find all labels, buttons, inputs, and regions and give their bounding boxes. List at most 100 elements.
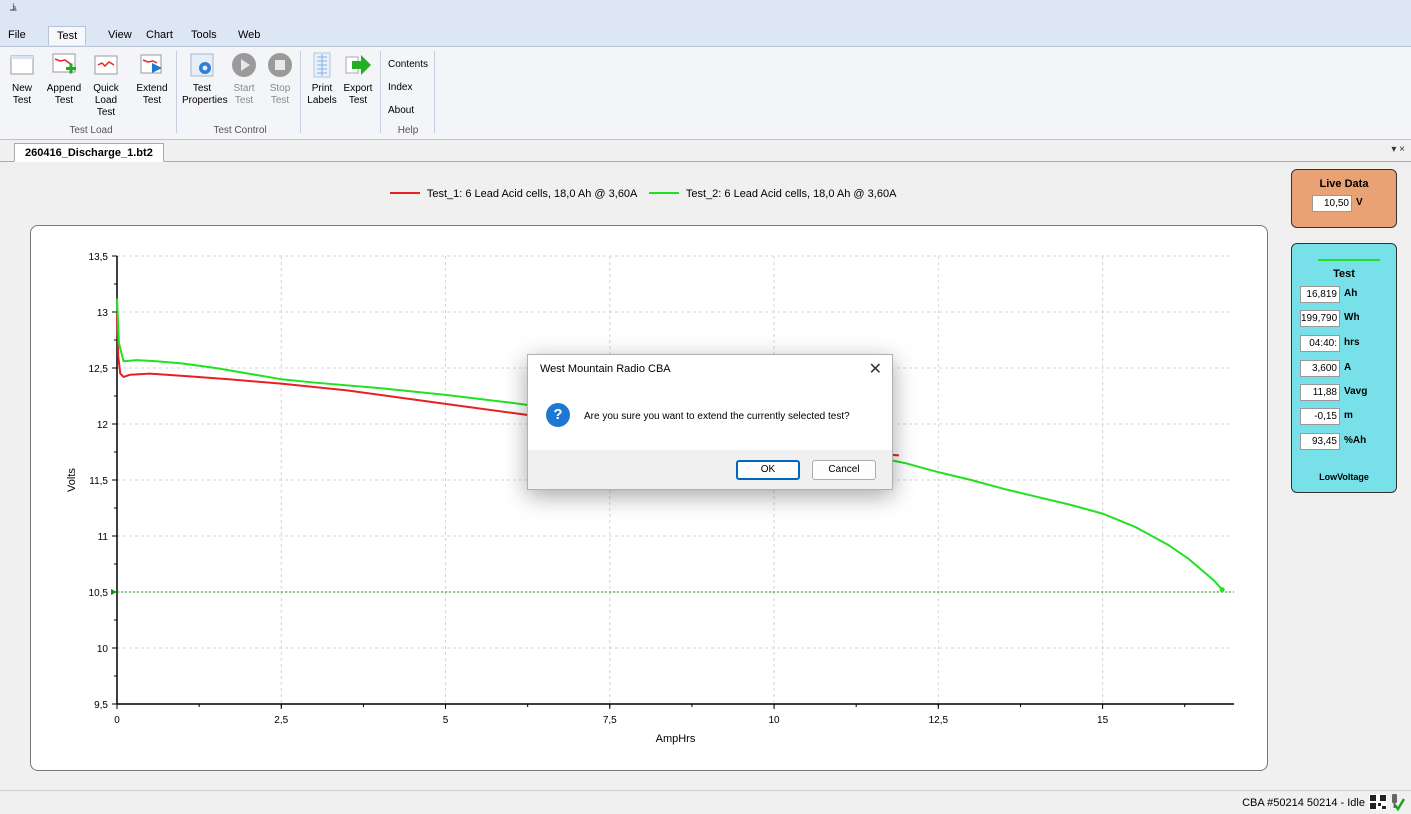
- ribbon-separator: [434, 51, 435, 133]
- plot-box[interactable]: 0 2,5 5 7,5 10 12,5 15 9,5 10 10,5 11 11,5 12 12,5 13 1…: [30, 225, 1268, 771]
- test-value-vavg: 11,88: [1300, 384, 1340, 401]
- y-tick-label: 11,5: [89, 476, 108, 487]
- start-test-label-2: Test: [234, 95, 254, 106]
- test-value-m: -0,15: [1300, 408, 1340, 425]
- gear-icon: [188, 51, 216, 79]
- test-panel-title: Test: [1333, 268, 1355, 280]
- status-text: CBA #50214 50214 - Idle: [1242, 797, 1365, 809]
- live-data-panel: Live Data 10,50 V: [1291, 169, 1397, 228]
- ribbon-separator: [380, 51, 381, 133]
- y-tick-label: 10,5: [89, 588, 109, 599]
- ok-button[interactable]: OK: [736, 460, 800, 480]
- menu-file[interactable]: File: [8, 29, 26, 41]
- legend-item-test1: Test_1: 6 Lead Acid cells, 18,0 Ah @ 3,6…: [390, 188, 640, 200]
- test-properties-button[interactable]: Test Properties: [182, 51, 228, 107]
- threshold-marker: [111, 589, 117, 595]
- test-value-ah: 16,819: [1300, 286, 1340, 303]
- qr-code-icon: [1369, 794, 1387, 813]
- test-value-pct-ah: 93,45: [1300, 433, 1340, 450]
- test-value-hrs: 04:40:: [1300, 335, 1340, 352]
- quick-load-label-2: Load Test: [94, 95, 118, 118]
- start-test-label-1: Start: [233, 83, 255, 94]
- test-unit-ah: Ah: [1344, 288, 1358, 299]
- legend-label-test1: Test_1: 6 Lead Acid cells, 18,0 Ah @ 3,6…: [426, 188, 637, 200]
- help-contents-link[interactable]: Contents: [388, 59, 428, 70]
- x-tick-label: 12,5: [929, 715, 949, 726]
- append-test-button[interactable]: Append Test: [44, 51, 84, 107]
- series-end-point: [1219, 587, 1225, 593]
- test-row-vavg: 11,88 Vavg: [1300, 384, 1367, 401]
- test-status-label: LowVoltage: [1319, 472, 1369, 482]
- stop-test-button[interactable]: Stop Test: [260, 51, 300, 107]
- play-icon: [230, 51, 258, 79]
- menu-tools[interactable]: Tools: [191, 29, 217, 41]
- append-test-label-2: Test: [54, 95, 74, 106]
- test-row-a: 3,600 A: [1300, 360, 1351, 377]
- live-data-row: 10,50 V: [1312, 195, 1363, 212]
- dialog-footer: OK Cancel: [528, 450, 892, 489]
- y-tick-label: 12,5: [89, 364, 109, 375]
- test-properties-label-2: Properties: [182, 95, 228, 106]
- y-axis-label: Volts: [66, 468, 78, 492]
- export-test-label-1: Export: [343, 83, 373, 94]
- test-row-m: -0,15 m: [1300, 408, 1353, 425]
- close-icon[interactable]: ✕: [869, 359, 882, 379]
- help-index-link[interactable]: Index: [388, 82, 412, 93]
- x-tick-label: 15: [1097, 715, 1109, 726]
- test-series-line-swatch: [1318, 259, 1380, 261]
- help-about-link[interactable]: About: [388, 105, 414, 116]
- start-test-button[interactable]: Start Test: [224, 51, 264, 107]
- quick-access-dropdown-icon[interactable]: ⫡: [10, 2, 17, 13]
- menu-test[interactable]: Test: [48, 26, 87, 45]
- legend-label-test2: Test_2: 6 Lead Acid cells, 18,0 Ah @ 3,6…: [685, 188, 897, 200]
- x-tick-label: 5: [443, 715, 449, 726]
- append-test-icon: [50, 51, 78, 79]
- group-label-test-control: Test Control: [213, 125, 267, 136]
- test-unit-a: A: [1344, 362, 1352, 373]
- quick-load-test-button[interactable]: Quick Load Test: [86, 51, 126, 119]
- test-unit-hrs: hrs: [1344, 337, 1360, 348]
- connection-ok-icon: [1389, 793, 1406, 814]
- test-properties-label-1: Test: [192, 83, 212, 94]
- y-tick-label: 13,5: [89, 252, 109, 263]
- test-row-wh: 199,790 Wh: [1300, 310, 1360, 327]
- y-tick-label: 11: [98, 532, 109, 543]
- menu-view[interactable]: View: [108, 29, 132, 41]
- export-test-button[interactable]: Export Test: [338, 51, 378, 107]
- menu-chart[interactable]: Chart: [146, 29, 173, 41]
- x-tick-label: 2,5: [274, 715, 288, 726]
- stop-test-label-2: Test: [270, 95, 290, 106]
- title-strip: ⫡: [0, 0, 1411, 26]
- test-row-pct-ah: 93,45 %Ah: [1300, 433, 1366, 450]
- test-unit-m: m: [1344, 410, 1353, 421]
- y-tick-label: 9,5: [94, 700, 108, 711]
- legend-item-test2: Test_2: 6 Lead Acid cells, 18,0 Ah @ 3,6…: [649, 188, 896, 200]
- y-tick-label: 13: [97, 308, 109, 319]
- extend-test-label-2: Test: [142, 95, 162, 106]
- tab-close-icon[interactable]: ▾ ×: [1391, 144, 1405, 155]
- print-labels-button[interactable]: Print Labels: [302, 51, 342, 107]
- x-axis-label: AmpHrs: [656, 733, 696, 745]
- extend-test-button[interactable]: Extend Test: [132, 51, 172, 107]
- test-row-ah: 16,819 Ah: [1300, 286, 1357, 303]
- ribbon-separator: [176, 51, 177, 133]
- cancel-button[interactable]: Cancel: [812, 460, 876, 480]
- live-voltage-value: 10,50: [1312, 195, 1352, 212]
- new-test-button[interactable]: New Test: [2, 51, 42, 107]
- question-icon: ?: [546, 403, 570, 427]
- append-test-label-1: Append: [46, 83, 82, 94]
- quick-load-label-1: Quick: [93, 83, 119, 94]
- export-arrow-icon: [344, 51, 372, 79]
- y-tick-label: 12: [97, 420, 109, 431]
- test-row-hrs: 04:40: hrs: [1300, 335, 1360, 352]
- confirm-dialog: West Mountain Radio CBA ✕ ? Are you sure…: [527, 354, 893, 490]
- quick-load-icon: [92, 51, 120, 79]
- extend-test-icon: [138, 51, 166, 79]
- legend-swatch-test1: [390, 192, 420, 195]
- document-tab[interactable]: 260416_Discharge_1.bt2: [14, 143, 164, 162]
- ribbon-separator: [300, 51, 301, 133]
- live-voltage-unit: V: [1356, 197, 1363, 208]
- menu-web[interactable]: Web: [238, 29, 260, 41]
- x-tick-label: 7,5: [603, 715, 617, 726]
- print-labels-icon: [308, 51, 336, 79]
